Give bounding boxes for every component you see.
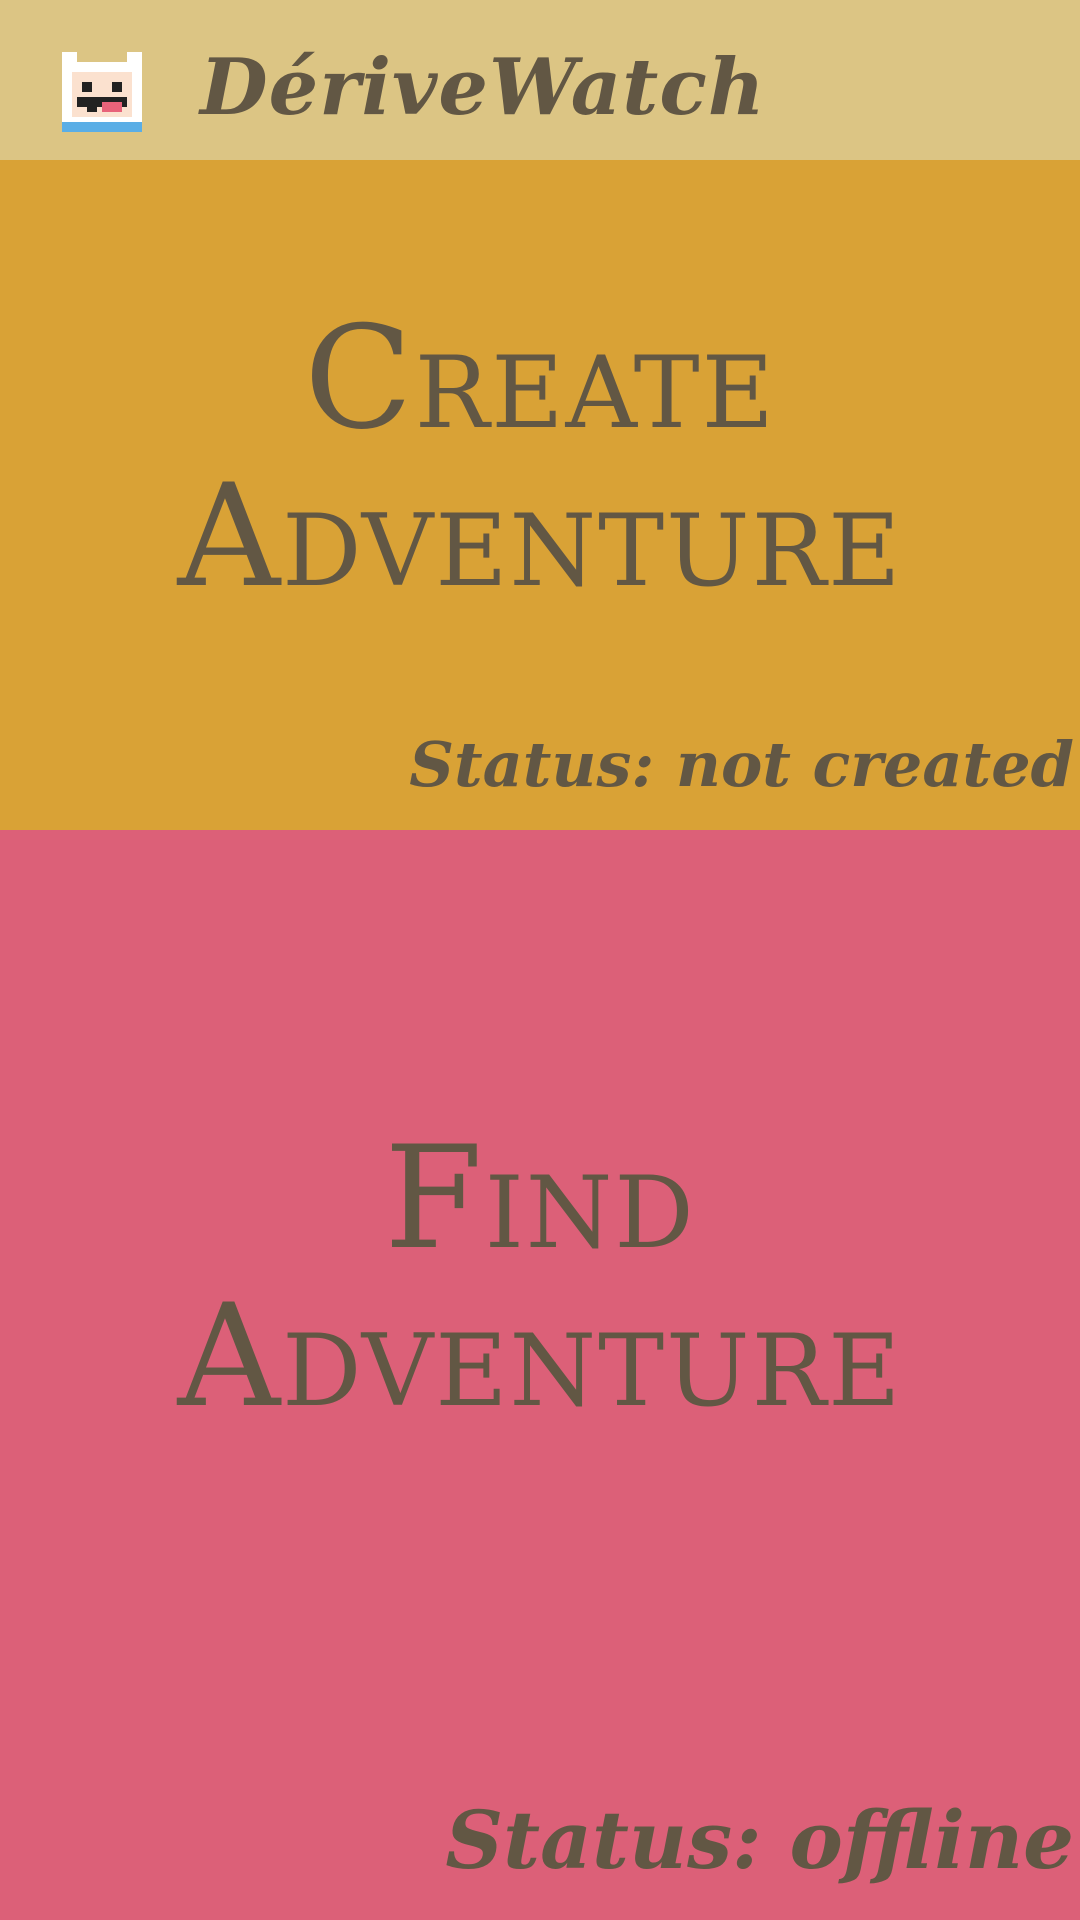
app-bar: DériveWatch xyxy=(0,0,1080,160)
create-adventure-button[interactable]: Create Adventure Status: not created xyxy=(0,160,1080,830)
create-title-line1: Create xyxy=(304,296,776,461)
find-adventure-title: Find Adventure xyxy=(0,1120,1080,1436)
create-status-text: Status: not created xyxy=(409,728,1074,801)
find-title-line2: Adventure xyxy=(177,1274,903,1439)
finn-character-icon xyxy=(62,52,142,132)
find-title-line1: Find xyxy=(384,1116,696,1281)
create-adventure-title: Create Adventure xyxy=(0,300,1080,616)
create-title-line2: Adventure xyxy=(177,454,903,619)
find-status-text: Status: offline xyxy=(445,1793,1074,1887)
find-adventure-button[interactable]: Find Adventure Status: offline xyxy=(0,830,1080,1920)
app-title: DériveWatch xyxy=(200,42,766,133)
